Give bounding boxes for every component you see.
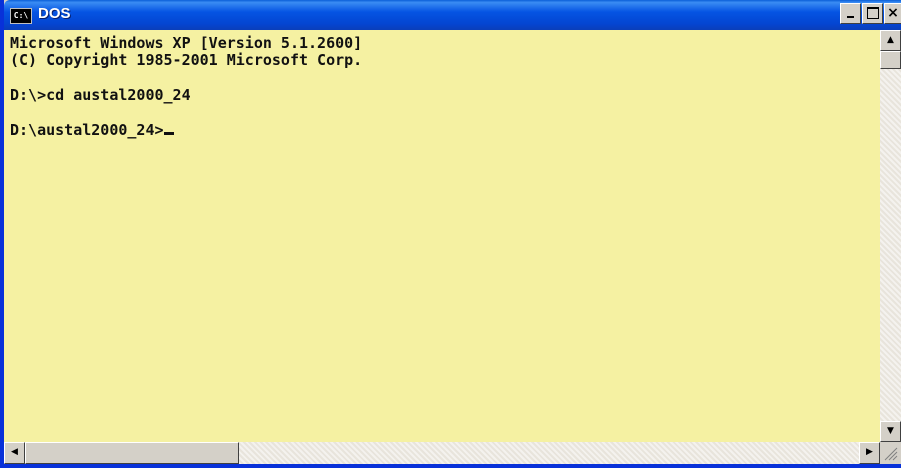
console-window: C:\ DOS × Microsoft Windows XP [Version … <box>0 0 901 468</box>
vertical-scroll-thumb[interactable] <box>880 51 901 69</box>
console-prompt: D:\austal2000_24> <box>10 121 164 139</box>
text-cursor <box>163 132 174 135</box>
scroll-up-button[interactable]: ▲ <box>880 30 901 51</box>
window-bottom-border <box>4 464 901 468</box>
left-arrow-icon: ◀ <box>11 447 18 457</box>
title-bar[interactable]: C:\ DOS × <box>4 0 901 30</box>
vertical-scrollbar[interactable]: ▲ ▼ <box>880 30 901 442</box>
down-arrow-icon: ▼ <box>887 426 894 436</box>
right-arrow-icon: ▶ <box>866 447 873 457</box>
window-title: DOS <box>38 5 71 22</box>
up-arrow-icon: ▲ <box>887 35 894 45</box>
scroll-down-button[interactable]: ▼ <box>880 421 901 442</box>
horizontal-scroll-thumb[interactable] <box>25 442 239 464</box>
console-prompt-line: D:\austal2000_24> <box>10 121 174 139</box>
maximize-icon <box>867 7 879 19</box>
resize-grip[interactable] <box>880 442 901 464</box>
scroll-left-button[interactable]: ◀ <box>4 442 25 464</box>
horizontal-scrollbar[interactable]: ◀ ▶ <box>4 442 880 464</box>
close-button[interactable]: × <box>884 3 901 24</box>
maximize-button[interactable] <box>862 3 883 24</box>
console-line: (C) Copyright 1985-2001 Microsoft Corp. <box>10 51 363 69</box>
console-output[interactable]: Microsoft Windows XP [Version 5.1.2600] … <box>4 30 880 442</box>
console-icon[interactable]: C:\ <box>10 8 32 24</box>
console-line: Microsoft Windows XP [Version 5.1.2600] <box>10 34 363 52</box>
scroll-right-button[interactable]: ▶ <box>859 442 880 464</box>
minimize-button[interactable] <box>840 3 861 24</box>
resize-grip-icon <box>884 447 898 461</box>
console-line: D:\>cd austal2000_24 <box>10 86 191 104</box>
minimize-icon <box>847 16 854 18</box>
